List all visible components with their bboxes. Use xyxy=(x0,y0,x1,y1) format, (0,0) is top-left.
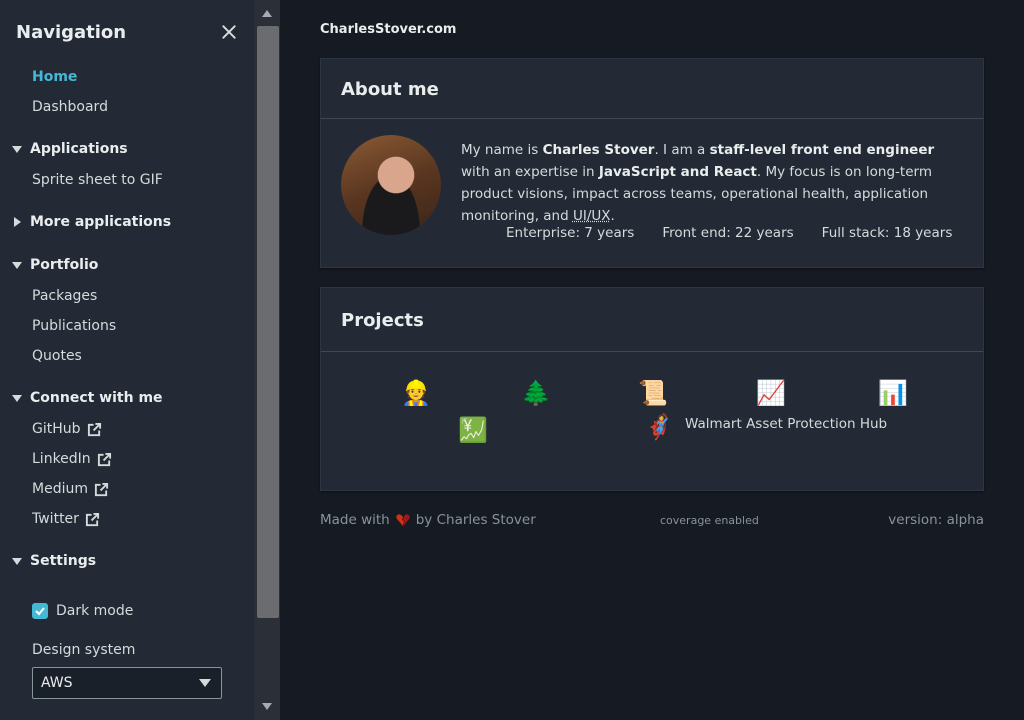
section-settings[interactable]: Settings xyxy=(12,551,96,571)
bar-chart-icon[interactable]: 📊 xyxy=(878,378,908,408)
sidebar-link-linkedin[interactable]: LinkedIn xyxy=(32,449,112,469)
sidebar-link-dashboard[interactable]: Dashboard xyxy=(32,97,108,117)
medium-label: Medium xyxy=(32,481,88,497)
section-applications[interactable]: Applications xyxy=(12,139,128,159)
external-link-icon xyxy=(97,452,111,466)
sidebar-link-home[interactable]: Home xyxy=(32,67,77,87)
about-me-card: About me My name is Charles Stover. I am… xyxy=(320,58,984,268)
sidebar-link-medium[interactable]: Medium xyxy=(32,479,109,499)
footer-credit: Made with by Charles Stover xyxy=(320,512,536,528)
dark-mode-toggle[interactable]: Dark mode xyxy=(32,603,133,619)
external-link-icon xyxy=(94,482,109,496)
github-label: GitHub xyxy=(32,421,81,437)
close-icon[interactable] xyxy=(220,23,238,41)
construction-worker-icon[interactable]: 👷 xyxy=(401,378,431,408)
caret-down-icon xyxy=(12,261,22,269)
author-link[interactable]: by Charles Stover xyxy=(416,512,536,528)
scroll-down-arrow-icon[interactable] xyxy=(262,703,272,710)
section-more-applications-label: More applications xyxy=(30,214,172,230)
scroll-up-arrow-icon[interactable] xyxy=(262,10,272,17)
chart-increasing-icon[interactable]: 📈 xyxy=(756,378,786,408)
project-walmart-link[interactable]: Walmart Asset Protection Hub xyxy=(685,416,887,432)
projects-card: Projects 👷 🌲 📜 📈 📊 💹 🦸 Walmart Asset Pro… xyxy=(320,287,984,491)
design-system-value: AWS xyxy=(41,675,73,691)
caret-down-icon xyxy=(12,394,22,402)
design-system-label: Design system xyxy=(32,642,136,658)
caret-down-icon xyxy=(12,557,22,565)
section-more-applications[interactable]: More applications xyxy=(12,212,171,232)
chevron-down-icon xyxy=(199,679,211,687)
site-name-breadcrumb[interactable]: CharlesStover.com xyxy=(320,22,456,37)
external-link-icon xyxy=(87,422,101,436)
sidebar-link-github[interactable]: GitHub xyxy=(32,419,102,439)
experience-stats: Enterprise: 7 years Front end: 22 years … xyxy=(506,225,952,241)
sidebar-link-twitter[interactable]: Twitter xyxy=(32,509,100,529)
section-applications-label: Applications xyxy=(30,141,128,157)
coverage-status: coverage enabled xyxy=(660,514,759,527)
section-portfolio[interactable]: Portfolio xyxy=(12,255,98,275)
checkmark-icon xyxy=(35,607,45,616)
navigation-title: Navigation xyxy=(16,21,127,43)
stat-front-end: Front end: 22 years xyxy=(662,225,794,241)
superhero-icon[interactable]: 🦸 xyxy=(644,412,674,442)
sidebar-link-publications[interactable]: Publications xyxy=(32,316,116,336)
section-portfolio-label: Portfolio xyxy=(30,257,99,273)
external-link-icon xyxy=(85,512,99,526)
sidebar-scrollbar[interactable] xyxy=(254,0,280,720)
stat-full-stack: Full stack: 18 years xyxy=(821,225,953,241)
scrollbar-thumb[interactable] xyxy=(257,26,279,618)
sidebar-link-quotes[interactable]: Quotes xyxy=(32,346,82,366)
chart-yen-icon[interactable]: 💹 xyxy=(458,415,488,445)
section-settings-label: Settings xyxy=(30,553,97,569)
about-me-text: My name is Charles Stover. I am a staff-… xyxy=(461,142,935,224)
section-connect[interactable]: Connect with me xyxy=(12,388,163,408)
navigation-header: Navigation xyxy=(16,20,238,44)
projects-title: Projects xyxy=(321,288,983,352)
scroll-icon[interactable]: 📜 xyxy=(638,378,668,408)
sidebar-link-packages[interactable]: Packages xyxy=(32,286,97,306)
twitter-label: Twitter xyxy=(32,511,79,527)
dark-mode-checkbox[interactable] xyxy=(32,603,48,619)
navigation-sidebar: Navigation Home Dashboard Applications S… xyxy=(0,0,254,720)
stat-enterprise: Enterprise: 7 years xyxy=(506,225,635,241)
version-label: version: alpha xyxy=(888,512,984,528)
caret-right-icon xyxy=(14,217,21,227)
caret-down-icon xyxy=(12,145,22,153)
dark-mode-label: Dark mode xyxy=(56,603,134,619)
broken-heart-icon xyxy=(396,514,410,526)
footer: Made with by Charles Stover coverage ena… xyxy=(320,512,984,532)
about-me-title: About me xyxy=(321,59,983,119)
evergreen-tree-icon[interactable]: 🌲 xyxy=(521,378,551,408)
made-with-text: Made with xyxy=(320,512,390,528)
design-system-select[interactable]: AWS xyxy=(32,667,222,699)
projects-body: 👷 🌲 📜 📈 📊 💹 🦸 Walmart Asset Protection H… xyxy=(321,352,983,490)
linkedin-label: LinkedIn xyxy=(32,451,91,467)
about-me-body: My name is Charles Stover. I am a staff-… xyxy=(321,119,983,267)
avatar xyxy=(341,135,441,235)
sidebar-link-sprite-sheet[interactable]: Sprite sheet to GIF xyxy=(32,170,163,190)
section-connect-label: Connect with me xyxy=(30,390,163,406)
uiux-abbr: UI/UX xyxy=(572,208,611,224)
